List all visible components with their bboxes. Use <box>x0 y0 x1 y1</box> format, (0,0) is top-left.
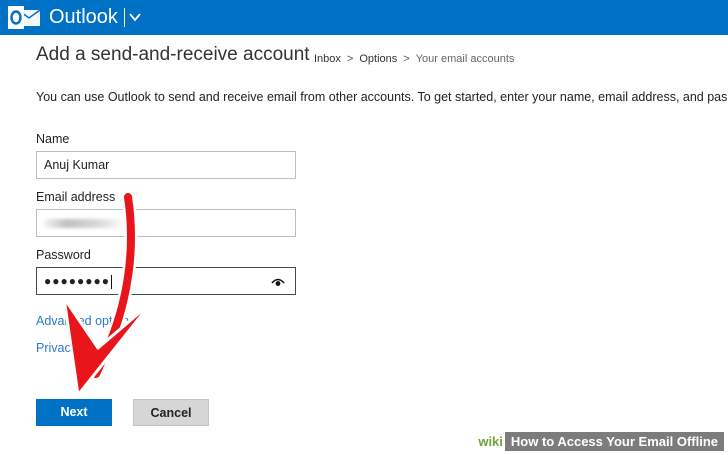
wikihow-watermark: wiki How to Access Your Email Offline <box>476 429 724 453</box>
privacy-link[interactable]: Privacy <box>36 341 77 355</box>
outlook-logo-icon[interactable] <box>6 5 42 30</box>
breadcrumb-inbox[interactable]: Inbox <box>314 53 341 65</box>
breadcrumb-current: Your email accounts <box>415 53 515 65</box>
header-divider <box>124 8 125 27</box>
email-input[interactable] <box>36 209 296 237</box>
watermark-title: How to Access Your Email Offline <box>504 431 724 451</box>
app-name[interactable]: Outlook <box>49 5 118 30</box>
chevron-down-icon[interactable] <box>129 11 141 23</box>
email-label: Email address <box>36 190 116 204</box>
cancel-button[interactable]: Cancel <box>133 399 209 426</box>
password-input[interactable]: ●●●●●●●● <box>36 267 296 295</box>
watermark-brand: wiki <box>476 433 505 449</box>
eye-icon[interactable] <box>271 277 285 287</box>
breadcrumb-separator: > <box>346 53 354 65</box>
outlook-page: Outlook Add a send-and-receive account I… <box>0 0 728 455</box>
name-input[interactable]: Anuj Kumar <box>36 151 296 179</box>
advanced-options-link[interactable]: Advanced options <box>36 314 135 328</box>
name-label: Name <box>36 132 70 146</box>
breadcrumb: Inbox > Options > Your email accounts <box>314 53 514 65</box>
name-value: Anuj Kumar <box>44 158 110 172</box>
text-caret <box>110 274 112 289</box>
top-bar: Outlook <box>0 0 728 35</box>
breadcrumb-separator: > <box>403 53 410 65</box>
password-label: Password <box>36 248 91 262</box>
next-button[interactable]: Next <box>36 399 112 426</box>
page-title: Add a send-and-receive account <box>36 44 310 65</box>
intro-text: You can use Outlook to send and receive … <box>36 90 728 104</box>
password-value: ●●●●●●●● <box>44 274 110 288</box>
email-value-blurred <box>43 219 123 228</box>
breadcrumb-options[interactable]: Options <box>359 53 397 65</box>
